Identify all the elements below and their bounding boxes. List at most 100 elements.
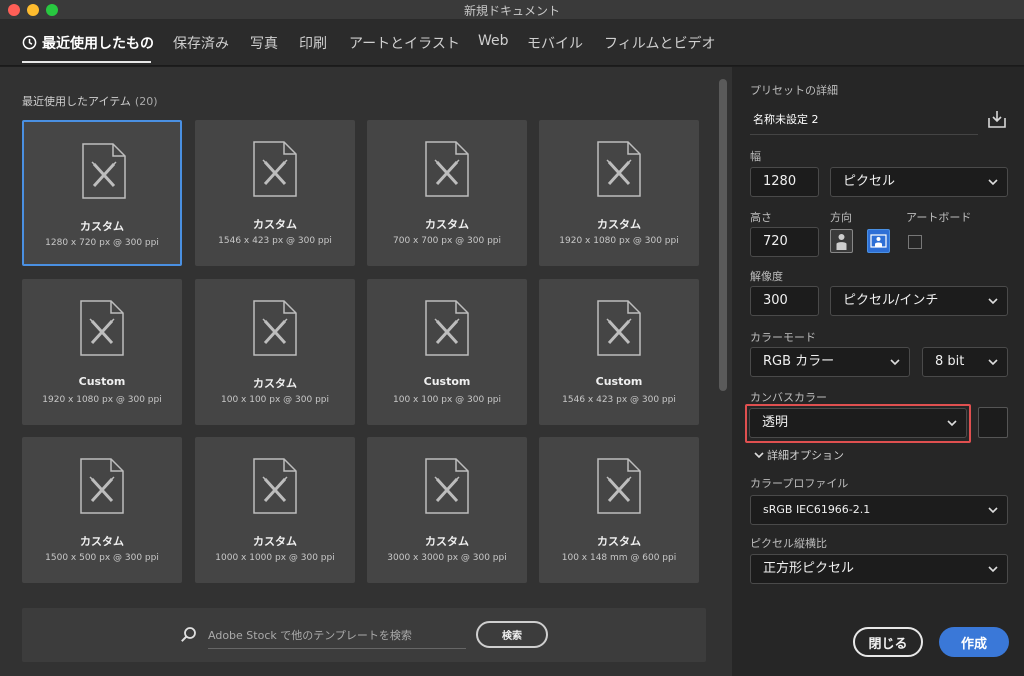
- preset-details-title: プリセットの詳細: [750, 84, 838, 97]
- tab-recent[interactable]: 最近使用したもの: [22, 33, 154, 53]
- document-icon: [253, 300, 297, 356]
- pixel-aspect-label: ピクセル縦横比: [750, 537, 827, 550]
- resolution-label: 解像度: [750, 270, 783, 283]
- color-mode-value: RGB カラー: [763, 354, 835, 369]
- pixel-aspect-select[interactable]: 正方形ピクセル: [750, 554, 1008, 584]
- tab-web[interactable]: Web: [478, 33, 509, 49]
- resolution-input[interactable]: 300: [750, 286, 819, 316]
- tab-photo[interactable]: 写真: [250, 33, 278, 53]
- card-size: 1546 x 423 px @ 300 ppi: [218, 236, 332, 246]
- color-mode-label: カラーモード: [750, 331, 816, 344]
- stock-search-input[interactable]: [208, 623, 466, 649]
- width-label: 幅: [750, 150, 761, 163]
- recent-item-card[interactable]: カスタム 1000 x 1000 px @ 300 ppi: [195, 437, 355, 583]
- tab-film-video[interactable]: フィルムとビデオ: [604, 33, 715, 53]
- canvas-color-value: 透明: [762, 415, 789, 430]
- recent-item-card[interactable]: Custom 100 x 100 px @ 300 ppi: [367, 279, 527, 425]
- width-input[interactable]: 1280: [750, 167, 819, 197]
- document-icon: [253, 458, 297, 514]
- search-icon: [181, 627, 196, 642]
- chevron-down-icon: [947, 420, 957, 427]
- tab-label: 最近使用したもの: [42, 36, 154, 52]
- document-icon: [82, 143, 126, 199]
- color-profile-value: sRGB IEC61966-2.1: [763, 503, 871, 516]
- bit-depth-select[interactable]: 8 bit: [922, 347, 1008, 377]
- recent-item-card[interactable]: カスタム 100 x 100 px @ 300 ppi: [195, 279, 355, 425]
- recent-item-card[interactable]: カスタム 1920 x 1080 px @ 300 ppi: [539, 120, 699, 266]
- card-name: カスタム: [80, 535, 124, 548]
- document-icon: [597, 300, 641, 356]
- preset-details-panel: プリセットの詳細 名称未設定 2 幅 1280 ピクセル 高さ 方向 アートボー…: [732, 67, 1024, 676]
- chevron-down-icon: [754, 452, 764, 459]
- search-button[interactable]: 検索: [476, 621, 548, 648]
- tab-print[interactable]: 印刷: [299, 33, 327, 53]
- recent-item-card[interactable]: Custom 1546 x 423 px @ 300 ppi: [539, 279, 699, 425]
- card-name: Custom: [423, 375, 471, 388]
- recent-item-card[interactable]: カスタム 1546 x 423 px @ 300 ppi: [195, 120, 355, 266]
- document-icon: [80, 300, 124, 356]
- tab-mobile[interactable]: モバイル: [527, 33, 583, 53]
- card-name: カスタム: [425, 218, 469, 231]
- orientation-label: 方向: [830, 211, 852, 224]
- recent-item-card[interactable]: カスタム 3000 x 3000 px @ 300 ppi: [367, 437, 527, 583]
- chevron-down-icon: [988, 507, 998, 514]
- chevron-down-icon: [988, 298, 998, 305]
- recent-item-card[interactable]: カスタム 100 x 148 mm @ 600 ppi: [539, 437, 699, 583]
- category-tabs: 最近使用したもの 保存済み 写真 印刷 アートとイラスト Web モバイル フィ…: [0, 20, 1024, 66]
- document-icon: [597, 141, 641, 197]
- item-count: (20): [134, 95, 158, 108]
- landscape-icon: [870, 234, 887, 248]
- card-name: Custom: [78, 375, 126, 388]
- document-icon: [80, 458, 124, 514]
- card-name: カスタム: [597, 218, 641, 231]
- artboard-checkbox[interactable]: [908, 235, 922, 249]
- tab-saved[interactable]: 保存済み: [173, 33, 229, 53]
- color-profile-select[interactable]: sRGB IEC61966-2.1: [750, 495, 1008, 525]
- active-tab-indicator: [22, 61, 151, 63]
- clock-icon: [22, 35, 37, 50]
- recent-item-card[interactable]: カスタム 1280 x 720 px @ 300 ppi: [22, 120, 182, 266]
- preset-name-field[interactable]: 名称未設定 2: [750, 111, 978, 135]
- pixel-aspect-value: 正方形ピクセル: [763, 561, 855, 576]
- card-size: 100 x 100 px @ 300 ppi: [393, 395, 501, 405]
- tab-art-illustration[interactable]: アートとイラスト: [349, 33, 460, 53]
- portrait-button[interactable]: [830, 229, 853, 253]
- color-mode-select[interactable]: RGB カラー: [750, 347, 910, 377]
- color-profile-label: カラープロファイル: [750, 477, 849, 490]
- resolution-unit-value: ピクセル/インチ: [843, 293, 939, 308]
- document-icon: [597, 458, 641, 514]
- canvas-color-swatch[interactable]: [978, 407, 1008, 438]
- resolution-unit-select[interactable]: ピクセル/インチ: [830, 286, 1008, 316]
- canvas-color-label: カンバスカラー: [750, 391, 827, 404]
- window-title: 新規ドキュメント: [463, 4, 560, 18]
- chevron-down-icon: [890, 359, 900, 366]
- document-icon: [425, 458, 469, 514]
- document-icon: [425, 141, 469, 197]
- create-button[interactable]: 作成: [939, 627, 1009, 657]
- recent-item-card[interactable]: カスタム 1500 x 500 px @ 300 ppi: [22, 437, 182, 583]
- artboard-label: アートボード: [906, 211, 972, 224]
- save-preset-icon[interactable]: [987, 109, 1007, 129]
- width-unit-select[interactable]: ピクセル: [830, 167, 1008, 197]
- card-size: 100 x 100 px @ 300 ppi: [221, 395, 329, 405]
- height-input[interactable]: 720: [750, 227, 819, 257]
- recent-item-card[interactable]: Custom 1920 x 1080 px @ 300 ppi: [22, 279, 182, 425]
- portrait-icon: [836, 234, 847, 250]
- card-name: カスタム: [253, 218, 297, 231]
- scrollbar-thumb[interactable]: [719, 79, 727, 391]
- section-title: 最近使用したアイテム (20): [22, 93, 158, 109]
- advanced-options-toggle[interactable]: 詳細オプション: [754, 447, 844, 463]
- close-button[interactable]: 閉じる: [853, 627, 923, 657]
- card-name: カスタム: [253, 535, 297, 548]
- stock-search-bar: 検索: [22, 608, 706, 662]
- recent-items-panel: 最近使用したアイテム (20) カスタム 1280 x 720 px @ 300 p…: [0, 67, 732, 676]
- landscape-button[interactable]: [867, 229, 890, 253]
- card-size: 1000 x 1000 px @ 300 ppi: [215, 553, 335, 563]
- canvas-color-select[interactable]: 透明: [749, 408, 967, 438]
- chevron-down-icon: [988, 566, 998, 573]
- advanced-options-label: 詳細オプション: [767, 449, 844, 462]
- card-size: 100 x 148 mm @ 600 ppi: [561, 553, 677, 563]
- card-size: 1920 x 1080 px @ 300 ppi: [42, 395, 162, 405]
- card-size: 1280 x 720 px @ 300 ppi: [45, 238, 159, 248]
- recent-item-card[interactable]: カスタム 700 x 700 px @ 300 ppi: [367, 120, 527, 266]
